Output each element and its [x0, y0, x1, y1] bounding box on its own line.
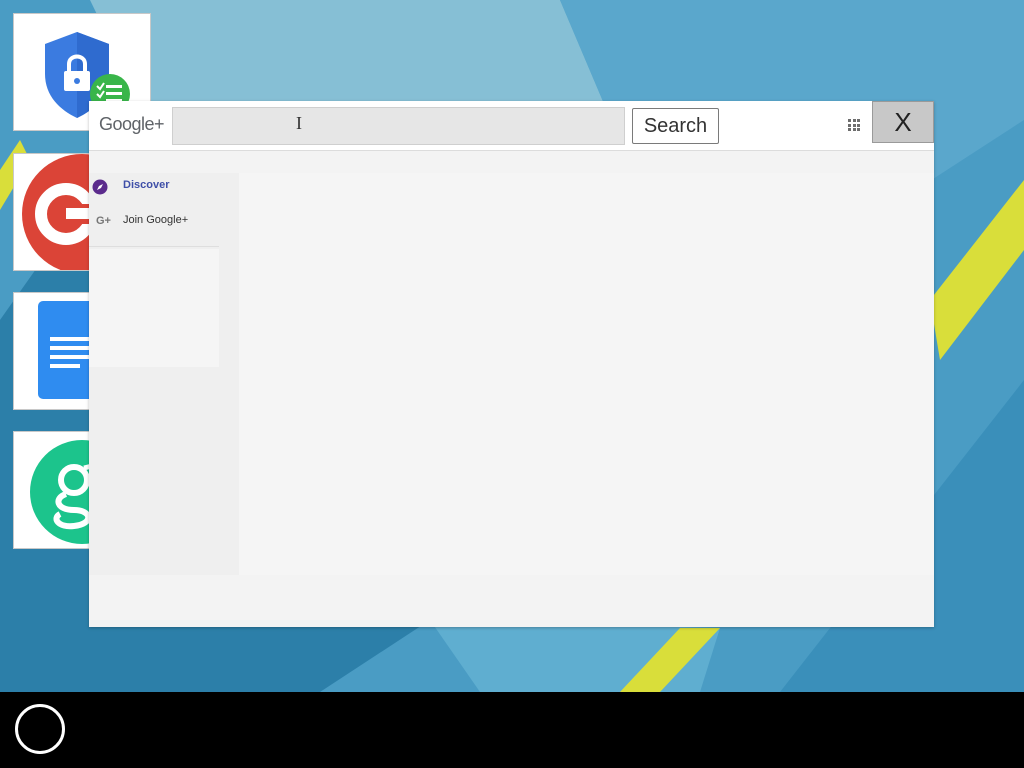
google-plus-icon: G+: [96, 215, 111, 227]
circle-home-icon[interactable]: [15, 704, 65, 754]
sidebar-item-label: Join Google+: [123, 214, 189, 226]
top-bar: Google+ I Search X: [89, 101, 934, 151]
taskbar: [0, 692, 1024, 768]
window-footer: [89, 575, 934, 627]
close-button[interactable]: X: [872, 101, 934, 143]
search-button[interactable]: Search: [632, 108, 719, 144]
sidebar-item-discover[interactable]: Discover: [89, 173, 219, 201]
google-plus-logo[interactable]: Google+: [99, 114, 165, 135]
text-cursor-icon: I: [296, 113, 302, 133]
search-input[interactable]: [172, 107, 625, 145]
sidebar-divider: [89, 246, 219, 247]
sidebar-item-label: Discover: [123, 179, 170, 191]
main-content: [239, 173, 934, 575]
sidebar-panel: [89, 249, 219, 367]
sidebar-item-join-google-plus[interactable]: G+ Join Google+: [89, 208, 219, 236]
sidebar: Discover G+ Join Google+: [89, 173, 239, 575]
browser-window: Google+ I Search X Discover G+ Join Goog…: [89, 101, 934, 627]
apps-grid-icon[interactable]: [848, 119, 860, 131]
compass-icon: [92, 179, 108, 195]
